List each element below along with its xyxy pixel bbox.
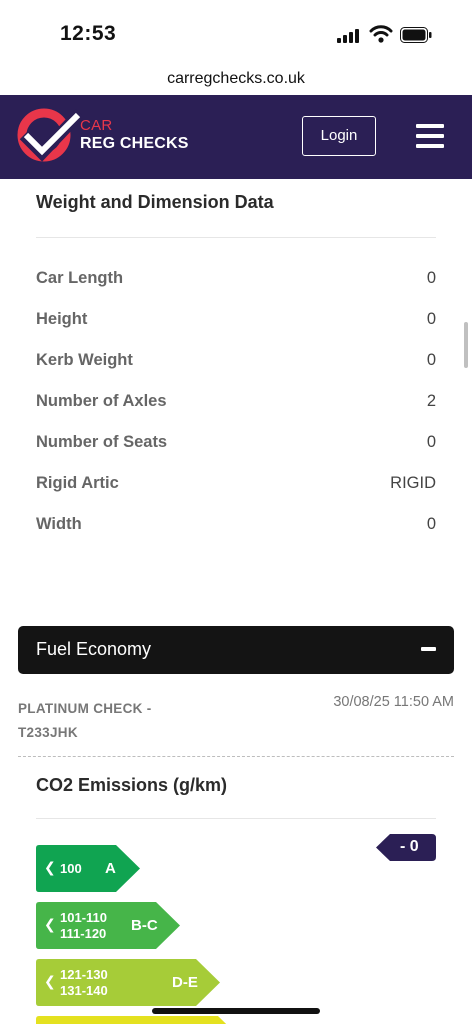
spec-row-car-length: Car Length 0 [36, 269, 436, 299]
band-range-line1: 121-130 [60, 967, 108, 982]
spec-row-kerb-weight: Kerb Weight 0 [36, 351, 436, 381]
weight-section-title: Weight and Dimension Data [36, 192, 274, 212]
hamburger-menu-icon[interactable] [416, 124, 444, 148]
spec-label: Width [36, 515, 82, 533]
signal-icon [337, 29, 361, 43]
spec-label: Rigid Artic [36, 474, 119, 492]
emission-band-d-e: ❮ 121-130 131-140 D-E [36, 959, 220, 1006]
site-logo[interactable]: CAR REG CHECKS [16, 107, 189, 163]
spec-value: 2 [426, 392, 436, 410]
chevron-left-icon: ❮ [44, 973, 56, 989]
spec-label: Number of Seats [36, 433, 168, 451]
wifi-icon [369, 24, 393, 44]
check-title: PLATINUM CHECK - T233JHK [18, 701, 152, 740]
band-letter: D-E [172, 974, 198, 991]
status-time: 12:53 [60, 22, 117, 45]
emission-band-f-g [36, 1016, 242, 1024]
logo-text-car: CAR [80, 117, 113, 134]
check-date: 30/08/25 11:50 AM [333, 694, 454, 710]
spec-label: Height [36, 310, 88, 328]
band-range: 100 [60, 861, 82, 876]
minus-icon[interactable] [421, 647, 436, 651]
co2-title: CO2 Emissions (g/km) [36, 775, 228, 795]
band-letter: B-C [131, 917, 158, 934]
logo-mark-icon [17, 108, 82, 162]
spec-row-height: Height 0 [36, 310, 436, 340]
status-bar: 12:53 [0, 0, 472, 64]
emission-band-b-c: ❮ 101-110 111-120 B-C [36, 902, 180, 949]
dashed-divider [18, 756, 454, 757]
spec-label: Kerb Weight [36, 351, 133, 369]
scroll-indicator[interactable] [464, 322, 468, 368]
chevron-left-icon: ❮ [44, 859, 56, 875]
fuel-economy-accordion[interactable]: Fuel Economy [18, 626, 454, 674]
home-indicator[interactable] [152, 1008, 320, 1014]
spec-value: 0 [426, 433, 436, 451]
spec-value: RIGID [390, 474, 436, 492]
emission-band-a: ❮ 100 A [36, 845, 140, 892]
spec-label: Number of Axles [36, 392, 167, 410]
band-range-line1: 101-110 [60, 910, 107, 925]
spec-value: 0 [426, 310, 436, 328]
section-divider [36, 818, 436, 819]
section-divider [36, 237, 436, 238]
spec-row-number-of-axles: Number of Axles 2 [36, 392, 436, 422]
url-bar[interactable]: carregchecks.co.uk [0, 64, 472, 94]
login-button[interactable]: Login [302, 116, 376, 156]
spec-label: Car Length [36, 269, 124, 287]
spec-row-number-of-seats: Number of Seats 0 [36, 433, 436, 463]
spec-value: 0 [426, 269, 436, 287]
spec-row-rigid-artic: Rigid Artic RIGID [36, 474, 436, 504]
logo-text-reg-checks: REG CHECKS [80, 135, 189, 152]
battery-icon [400, 27, 432, 43]
band-range-line2: 131-140 [60, 983, 108, 998]
spec-value: 0 [426, 515, 436, 533]
co2-value-badge: - 0 [376, 834, 436, 861]
band-letter: A [105, 860, 116, 877]
spec-value: 0 [426, 351, 436, 369]
band-range-line2: 111-120 [60, 926, 107, 941]
co2-value: - 0 [400, 838, 419, 855]
chevron-left-icon: ❮ [44, 916, 56, 932]
accordion-title: Fuel Economy [36, 639, 152, 659]
spec-row-width: Width 0 [36, 515, 436, 545]
site-header: CAR REG CHECKS Login [0, 95, 472, 179]
